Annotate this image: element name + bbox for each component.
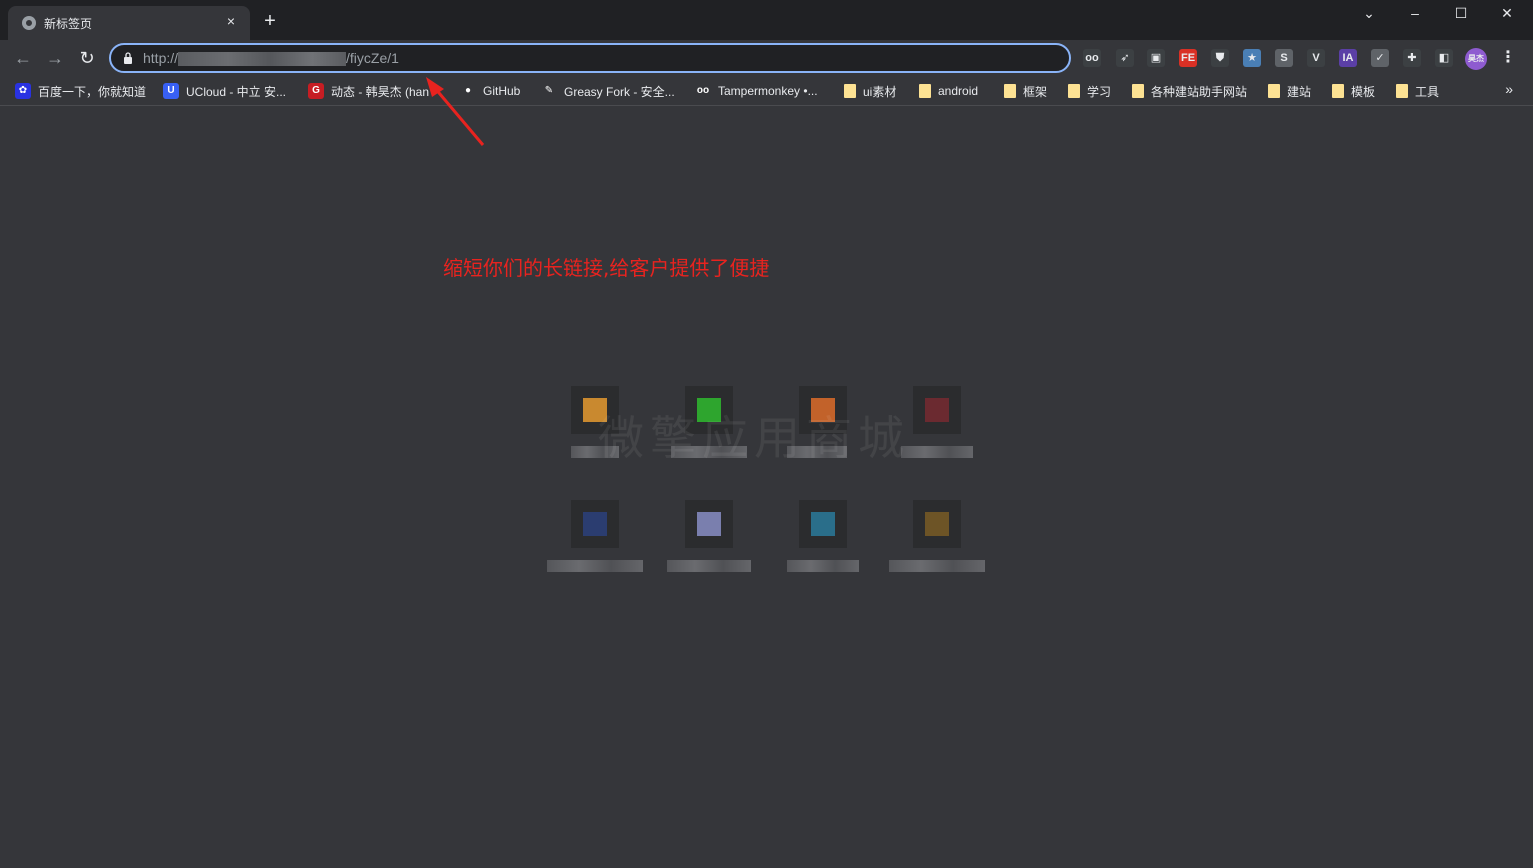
folder-icon xyxy=(844,84,856,98)
extension-ia-icon[interactable]: IA xyxy=(1339,49,1357,67)
extension-cursor-icon[interactable]: ➶ xyxy=(1116,49,1134,67)
bookmark-label: android xyxy=(938,84,979,98)
folder-icon xyxy=(919,84,931,98)
bookmark-label: 百度一下，你就知道 xyxy=(38,84,147,99)
bookmark-4[interactable]: ✎ Greasy Fork - 安全... xyxy=(541,82,675,100)
bookmark-label: 工具 xyxy=(1415,84,1440,99)
bookmark-label: 框架 xyxy=(1023,84,1048,99)
extension-star-icon[interactable]: ★ xyxy=(1243,49,1261,67)
annotation-text: 缩短你们的长链接,给客户提供了便捷 xyxy=(443,256,770,280)
bookmarks-bar: ✿ 百度一下，你就知道 U UCloud - 中立 安... G 动态 - 韩昊杰 (ha… xyxy=(0,76,1533,106)
profile-initials: 昊杰 xyxy=(1468,54,1484,63)
bookmark-label: 模板 xyxy=(1351,84,1376,99)
shortcut-5[interactable] xyxy=(547,500,643,600)
bookmark-label: 动态 - 韩昊杰 (han xyxy=(331,84,430,99)
browser-window: 新标签页 × + ⌄ – ☐ ✕ ← → ↻ http:// /fiycZe/1 … xyxy=(0,0,1533,868)
tampermonkey-icon: oo xyxy=(695,83,711,99)
folder-icon xyxy=(1004,84,1016,98)
bookmark-0[interactable]: ✿ 百度一下，你就知道 xyxy=(15,82,146,100)
shortcut-icon xyxy=(685,500,733,548)
bookmark-5[interactable]: oo Tampermonkey •... xyxy=(695,82,818,100)
extension-square-icon[interactable]: ▣ xyxy=(1147,49,1165,67)
site-info-icon[interactable] xyxy=(123,52,133,64)
bookmark-label: Greasy Fork - 安全... xyxy=(564,84,675,99)
bookmark-folder-12[interactable]: 模板 xyxy=(1332,82,1375,100)
side-panel-icon[interactable]: ◧ xyxy=(1435,49,1453,67)
profile-avatar[interactable]: 昊杰 xyxy=(1465,48,1487,70)
url-prefix: http:// xyxy=(143,50,179,66)
bookmark-folder-11[interactable]: 建站 xyxy=(1268,82,1311,100)
annotation-arrow xyxy=(426,77,485,146)
bookmark-label: Tampermonkey •... xyxy=(718,84,818,98)
url-suffix: /fiycZe/1 xyxy=(346,50,399,66)
maximize-button[interactable]: ☐ xyxy=(1438,0,1484,26)
extension-check-shield-icon[interactable]: ✓ xyxy=(1371,49,1389,67)
shortcut-icon xyxy=(799,500,847,548)
shortcut-label-redacted xyxy=(667,560,751,572)
ucloud-icon: U xyxy=(163,83,179,99)
shortcut-icon xyxy=(913,500,961,548)
back-button[interactable]: ← xyxy=(11,46,35,70)
extension-shield-icon[interactable]: ⛊ xyxy=(1211,49,1229,67)
toolbar: ← → ↻ http:// /fiycZe/1 oo ➶ ▣ FE ⛊ ★ S V IA ✓ ✚ ◧ 昊… xyxy=(0,40,1533,76)
shortcut-6[interactable] xyxy=(661,500,757,600)
shortcut-label-redacted xyxy=(547,560,643,572)
chrome-menu-icon[interactable]: ⋮ xyxy=(1499,49,1517,67)
folder-icon xyxy=(1396,84,1408,98)
address-bar[interactable]: http:// /fiycZe/1 xyxy=(109,43,1071,73)
folder-icon xyxy=(1268,84,1280,98)
bookmark-folder-7[interactable]: android xyxy=(919,82,978,100)
bookmark-folder-8[interactable]: 框架 xyxy=(1004,82,1047,100)
watermark-text: 微擎应用商城 xyxy=(598,411,910,465)
bookmark-label: 学习 xyxy=(1087,84,1112,99)
tab-title: 新标签页 xyxy=(44,17,93,31)
new-tab-button[interactable]: + xyxy=(260,11,280,31)
folder-icon xyxy=(1132,84,1144,98)
folder-icon xyxy=(1068,84,1080,98)
bookmark-label: UCloud - 中立 安... xyxy=(186,84,287,99)
bookmark-1[interactable]: U UCloud - 中立 安... xyxy=(163,82,286,100)
url-redacted xyxy=(178,52,347,67)
forward-button[interactable]: → xyxy=(43,46,67,70)
bookmark-label: 各种建站助手网站 xyxy=(1151,84,1248,99)
shortcut-icon xyxy=(571,500,619,548)
shortcut-label-redacted xyxy=(889,560,985,572)
bookmark-label: ui素材 xyxy=(863,84,897,99)
tab-new-tab[interactable]: 新标签页 × xyxy=(8,6,250,40)
bookmark-folder-13[interactable]: 工具 xyxy=(1396,82,1439,100)
tab-strip: 新标签页 × + ⌄ – ☐ ✕ xyxy=(0,0,1533,40)
bookmark-label: 建站 xyxy=(1287,84,1312,99)
shortcut-icon xyxy=(913,386,961,434)
tab-close-icon[interactable]: × xyxy=(222,12,240,30)
tab-search-button[interactable]: ⌄ xyxy=(1346,0,1392,26)
bookmark-folder-10[interactable]: 各种建站助手网站 xyxy=(1132,82,1247,100)
url-text[interactable]: http:// /fiycZe/1 xyxy=(143,50,399,67)
gitee-icon: G xyxy=(308,83,324,99)
shortcut-7[interactable] xyxy=(775,500,871,600)
folder-icon xyxy=(1332,84,1344,98)
extension-fe-icon[interactable]: FE xyxy=(1179,49,1197,67)
extension-s-icon[interactable]: S xyxy=(1275,49,1293,67)
globe-icon xyxy=(22,16,36,30)
greasyfork-icon: ✎ xyxy=(541,83,557,99)
extension-puzzle-icon[interactable]: ✚ xyxy=(1403,49,1421,67)
extension-oo-icon[interactable]: oo xyxy=(1083,49,1101,67)
shortcut-label-redacted xyxy=(901,446,973,458)
shortcut-label-redacted xyxy=(787,560,859,572)
bookmark-2[interactable]: G 动态 - 韩昊杰 (han xyxy=(308,82,429,100)
reload-button[interactable]: ↻ xyxy=(75,46,99,70)
minimize-button[interactable]: – xyxy=(1392,0,1438,26)
baidu-icon: ✿ xyxy=(15,83,31,99)
bookmark-folder-9[interactable]: 学习 xyxy=(1068,82,1111,100)
extension-v-icon[interactable]: V xyxy=(1307,49,1325,67)
shortcut-8[interactable] xyxy=(889,500,985,600)
bookmark-folder-6[interactable]: ui素材 xyxy=(844,82,896,100)
close-window-button[interactable]: ✕ xyxy=(1484,0,1530,26)
bookmarks-overflow-icon[interactable]: » xyxy=(1505,81,1513,97)
